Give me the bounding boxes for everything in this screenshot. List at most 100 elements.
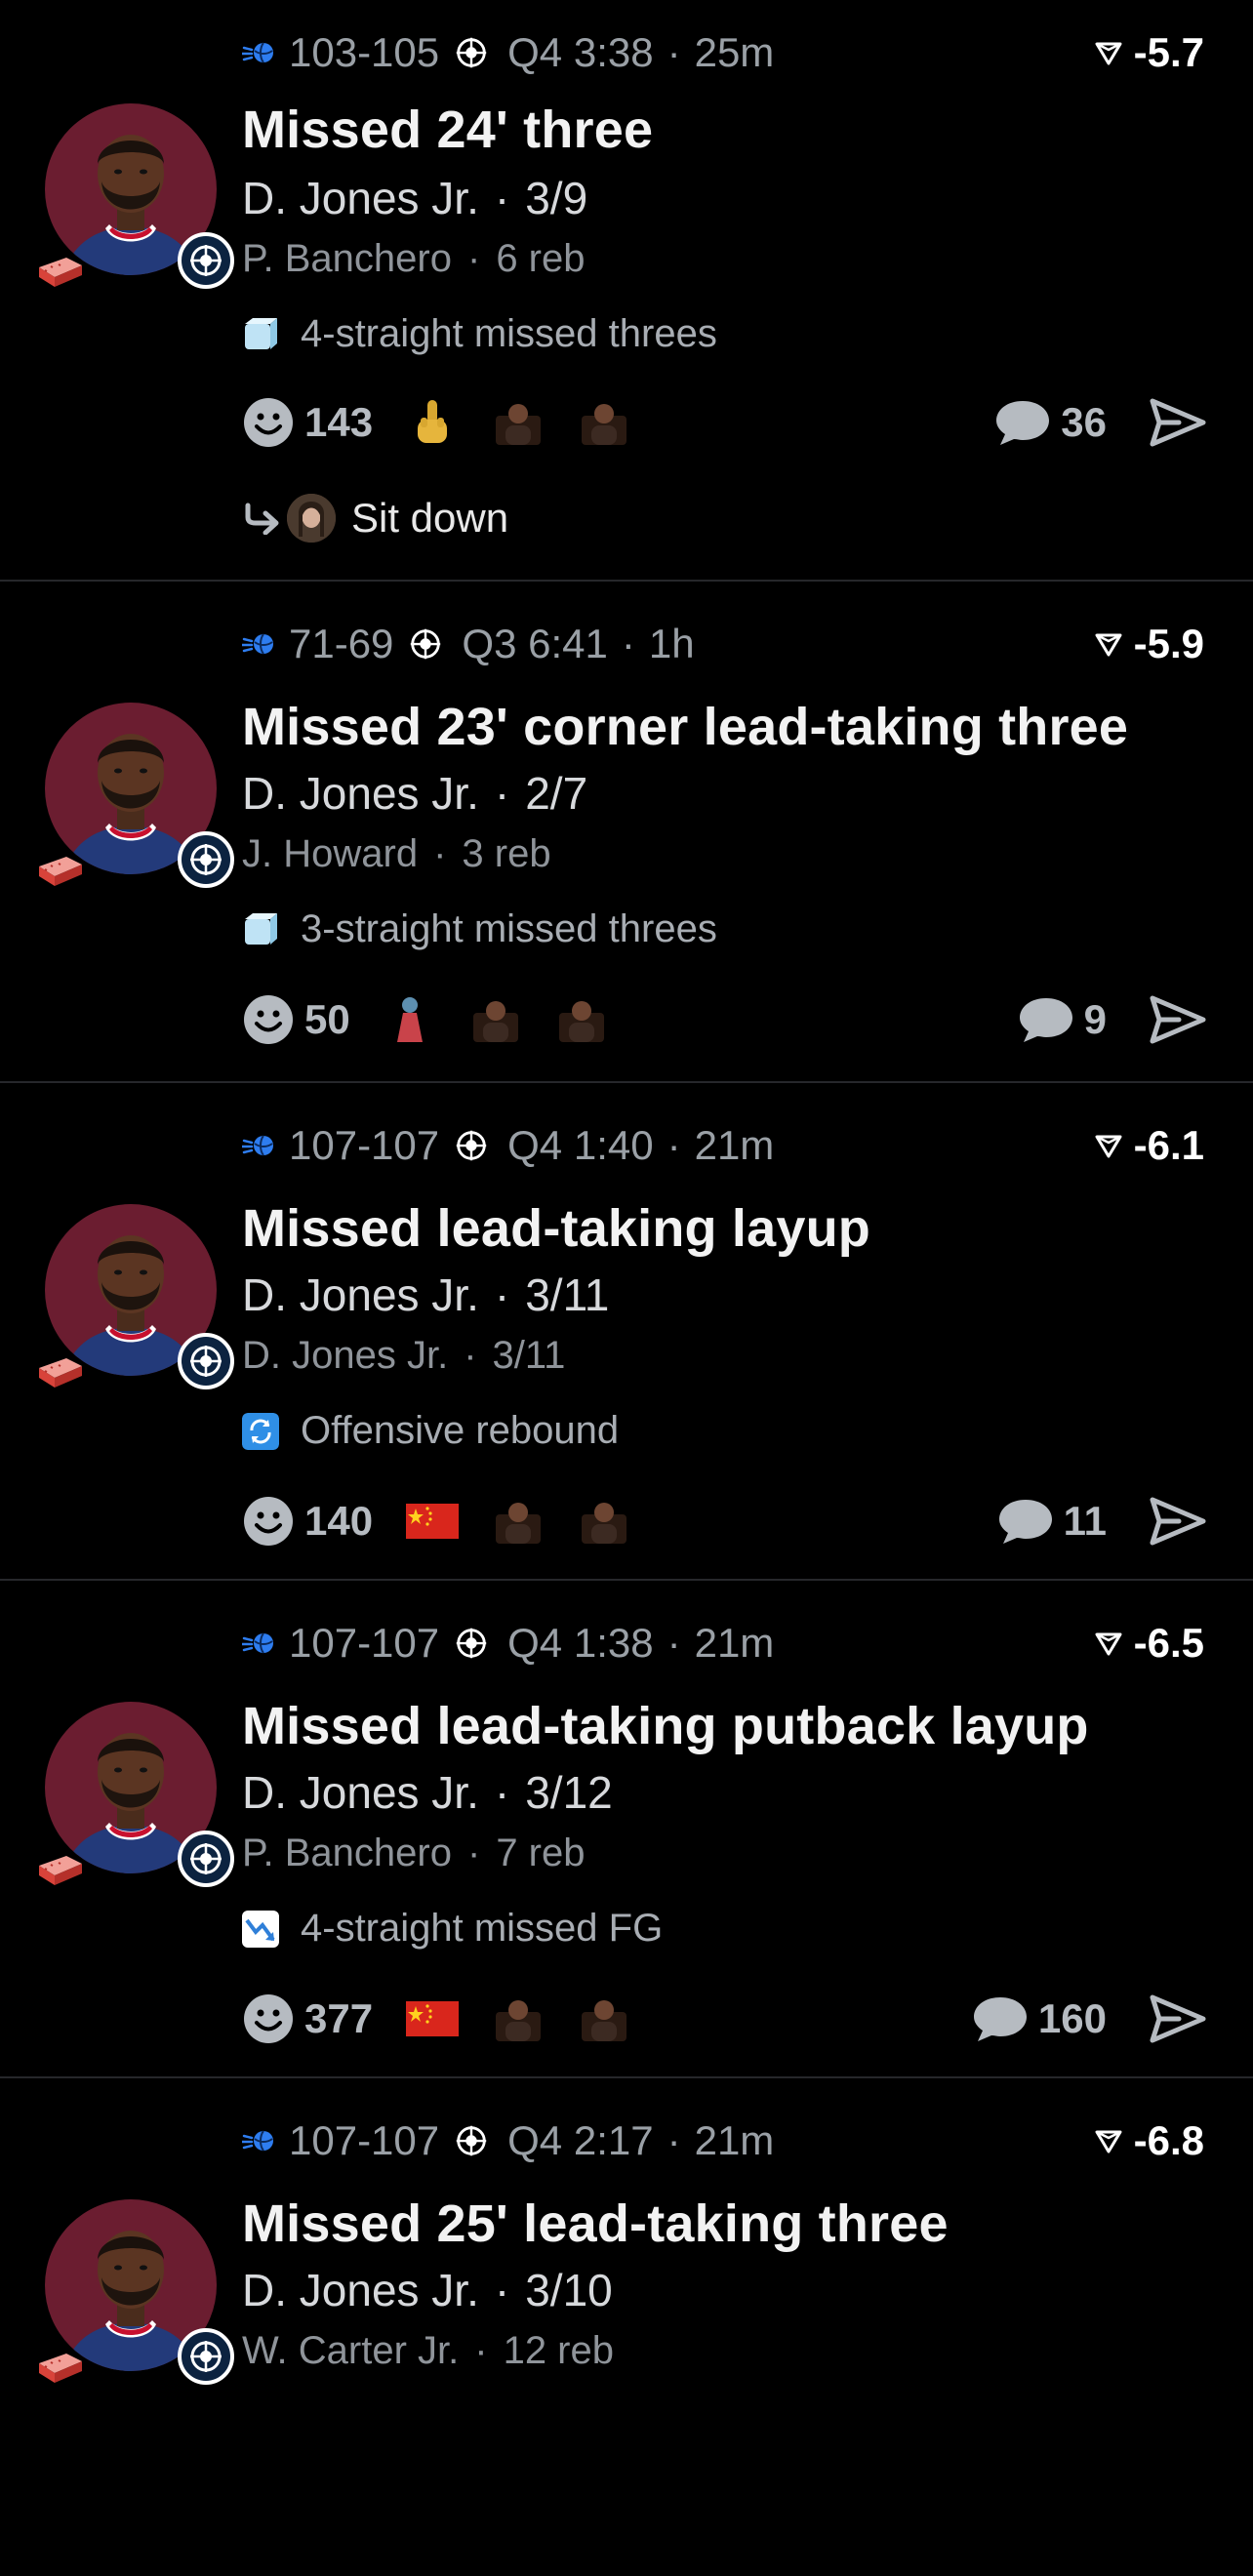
reaction-count: 377 [304,1995,374,2041]
comments-button[interactable]: 11 [997,1497,1107,1546]
secondary-player-line[interactable]: P. Banchero · 7 reb [242,1831,585,1875]
china-flag-emoji[interactable] [406,1992,459,2045]
reaction-sticker[interactable] [384,993,436,1046]
meta-separator: · [667,29,681,75]
player-line[interactable]: D. Jones Jr. · 3/9 [242,172,587,224]
play-title[interactable]: Missed 25' lead-taking three [242,2194,1214,2254]
score: 71-69 [289,621,394,666]
impact-value-text: -5.9 [1133,621,1204,666]
reaction-gif[interactable] [578,1495,630,1548]
time-ago: 21m [694,1122,775,1168]
comments-button[interactable]: 36 [994,398,1107,447]
impact-value: -5.7 [1095,29,1204,76]
smiley-icon [242,1495,295,1548]
react-button[interactable]: 50 [242,993,350,1046]
player-line[interactable]: D. Jones Jr. · 2/7 [242,767,587,820]
reaction-list [406,396,630,449]
team-logo-badge [178,232,234,289]
stat-separator: · [494,768,510,819]
play-title[interactable]: Missed lead-taking putback layup [242,1696,1214,1756]
team-logo-icon [186,840,225,879]
player-avatar-group[interactable] [45,103,234,289]
impact-value-text: -6.8 [1133,2117,1204,2163]
basketball-icon [242,1131,275,1160]
react-button[interactable]: 140 [242,1495,373,1548]
share-icon[interactable] [1150,397,1206,448]
player-stat: 3/10 [525,2265,613,2315]
basketball-icon [242,38,275,67]
secondary-player-name: W. Carter Jr. [242,2329,460,2372]
share-icon[interactable] [1150,994,1206,1045]
player-avatar-group[interactable] [45,1702,234,1887]
team-logo-badge [178,1831,234,1887]
play-card[interactable]: 71-69 Q3 6:41 · 1h -5.9 Missed 23' corne… [0,582,1253,1083]
game-clock: Q3 6:41 [462,621,608,666]
player-avatar-group[interactable] [45,1204,234,1389]
brick-icon [37,1356,84,1389]
score: 103-105 [289,29,440,75]
player-line[interactable]: D. Jones Jr. · 3/11 [242,1268,609,1321]
team-logo-icon [453,2122,490,2159]
chart-down-icon [242,1911,279,1948]
reaction-gif[interactable] [492,1992,545,2045]
reaction-list [384,993,608,1046]
play-card[interactable]: 103-105 Q4 3:38 · 25m -5.7 Missed 24' th… [0,0,1253,582]
brick-icon [37,256,84,289]
stat-separator: · [474,2329,488,2372]
top-reply[interactable]: Sit down [242,494,508,543]
player-stat: 2/7 [525,768,588,819]
player-avatar-group[interactable] [45,703,234,888]
middle-finger-emoji[interactable] [406,396,459,449]
secondary-player-line[interactable]: D. Jones Jr. · 3/11 [242,1334,565,1378]
reaction-gif[interactable] [578,396,630,449]
china-flag-emoji[interactable] [406,1495,459,1548]
streak-tag-text: 4-straight missed threes [301,312,717,355]
share-icon[interactable] [1150,1993,1206,2044]
stat-separator: · [494,1269,510,1320]
smiley-icon [242,1992,295,2045]
react-button[interactable]: 143 [242,396,373,449]
reaction-gif[interactable] [492,1495,545,1548]
reply-arrow-icon [242,502,281,535]
secondary-player-line[interactable]: W. Carter Jr. · 12 reb [242,2329,614,2373]
streak-tag: 4-straight missed FG [242,1907,663,1951]
reaction-gif[interactable] [578,1992,630,2045]
play-feed: 103-105 Q4 3:38 · 25m -5.7 Missed 24' th… [0,0,1253,2576]
play-card[interactable]: 107-107 Q4 1:38 · 21m -6.5 Missed lead-t… [0,1581,1253,2078]
reaction-gif[interactable] [555,993,608,1046]
streak-tag: Offensive rebound [242,1409,619,1453]
play-meta: 103-105 Q4 3:38 · 25m -5.7 [242,29,1204,76]
impact-value: -6.1 [1095,1122,1204,1169]
play-card[interactable]: 107-107 Q4 2:17 · 21m -6.8 Missed 25' le… [0,2078,1253,2576]
secondary-player-stat: 7 reb [496,1831,586,1874]
react-button[interactable]: 377 [242,1992,373,2045]
comments-button[interactable]: 9 [1018,995,1107,1044]
ice-cube-icon [242,911,279,948]
team-logo-icon [407,625,444,663]
play-title[interactable]: Missed 23' corner lead-taking three [242,697,1214,757]
share-icon[interactable] [1150,1496,1206,1547]
comment-count: 9 [1083,996,1107,1042]
impact-value-text: -6.1 [1133,1122,1204,1168]
secondary-player-stat: 6 reb [496,237,586,280]
play-title[interactable]: Missed lead-taking layup [242,1198,1214,1259]
secondary-player-line[interactable]: J. Howard · 3 reb [242,832,551,876]
time-ago: 21m [694,1620,775,1666]
play-card[interactable]: 107-107 Q4 1:40 · 21m -6.1 Missed lead-t… [0,1083,1253,1581]
comment-count: 160 [1037,1995,1107,2041]
meta-separator: · [621,621,635,666]
play-title[interactable]: Missed 24' three [242,100,1214,160]
action-bar: 50 9 [242,993,1206,1046]
comments-button[interactable]: 160 [972,1994,1107,2043]
brick-icon [37,1854,84,1887]
player-line[interactable]: D. Jones Jr. · 3/10 [242,2264,613,2316]
reaction-gif[interactable] [492,396,545,449]
secondary-player-name: J. Howard [242,832,419,875]
player-avatar-group[interactable] [45,2199,234,2385]
stat-separator: · [494,1767,510,1818]
time-ago: 1h [648,621,695,666]
reply-avatar[interactable] [287,494,336,543]
player-line[interactable]: D. Jones Jr. · 3/12 [242,1766,613,1819]
secondary-player-line[interactable]: P. Banchero · 6 reb [242,237,585,281]
reaction-gif[interactable] [469,993,522,1046]
